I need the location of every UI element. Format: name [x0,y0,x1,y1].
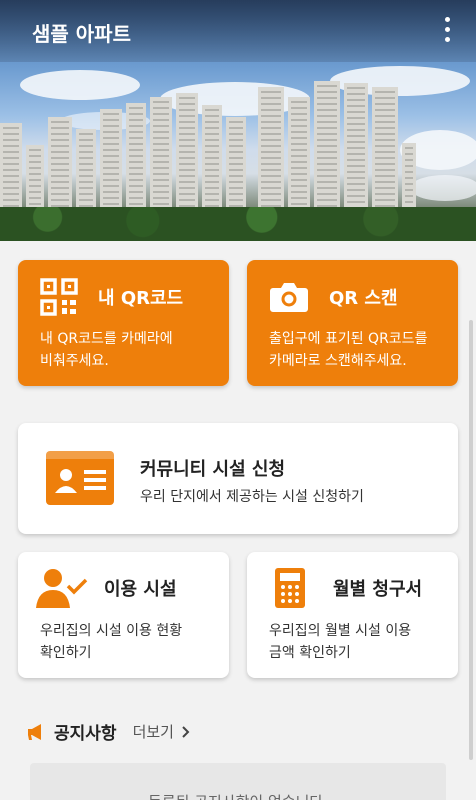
app-title: 샘플 아파트 [32,22,131,46]
my-qr-desc-line2: 비춰주세요. [40,353,109,369]
building [402,143,416,213]
building [26,145,44,213]
qr-scan-header: QR 스캔 [269,280,398,314]
building [314,81,340,213]
my-qr-desc-line1: 내 QR코드를 카메라에 [40,331,173,347]
qr-scan-title: QR 스캔 [329,288,398,309]
community-facility-title: 커뮤니티 시설 신청 [140,459,286,480]
cloud [410,175,476,201]
megaphone-icon [28,723,41,740]
scrollbar[interactable] [469,320,473,760]
tree-line [0,207,476,241]
more-vertical-icon[interactable] [440,17,454,43]
building [176,93,198,213]
community-facility-description: 우리 단지에서 제공하는 시설 신청하기 [140,489,364,505]
qr-code-icon [40,278,78,316]
community-facility-card[interactable]: 커뮤니티 시설 신청 우리 단지에서 제공하는 시설 신청하기 [18,423,458,534]
building [100,109,122,213]
qr-scan-desc-line1: 출입구에 표기된 QR코드를 [269,331,428,347]
building [48,117,72,213]
notice-more-label: 더보기 [132,723,174,741]
facility-usage-description: 우리집의 시설 이용 현황 확인하기 [40,620,182,664]
user-check-icon [36,569,88,608]
monthly-bill-title: 월별 청구서 [333,579,423,600]
monthly-bill-description: 우리집의 월별 시설 이용 금액 확인하기 [269,620,411,664]
calculator-icon [275,568,305,608]
cloud [20,70,140,100]
hero-banner: 샘플 아파트 [0,0,476,241]
qr-scan-desc-line2: 카메라로 스캔해주세요. [269,353,407,369]
building [344,83,368,213]
chevron-right-icon [182,725,190,738]
facility-usage-desc-line2: 확인하기 [40,645,92,661]
monthly-bill-header: 월별 청구서 [275,568,422,608]
monthly-bill-desc-line2: 금액 확인하기 [269,645,351,661]
id-card-icon [46,451,114,505]
qr-scan-description: 출입구에 표기된 QR코드를 카메라로 스캔해주세요. [269,328,427,372]
facility-usage-desc-line1: 우리집의 시설 이용 현황 [40,623,183,639]
notice-header: 공지사항 더보기 [26,719,192,744]
notice-more-link[interactable]: 더보기 [133,721,192,742]
building [202,105,222,213]
notice-title: 공지사항 [54,724,117,744]
my-qr-card[interactable]: 내 QR코드 내 QR코드를 카메라에 비춰주세요. [18,260,229,386]
my-qr-title: 내 QR코드 [98,288,184,309]
building [258,87,284,213]
facility-usage-title: 이용 시설 [104,579,177,600]
building [76,129,96,213]
building [150,97,172,213]
qr-scan-card[interactable]: QR 스캔 출입구에 표기된 QR코드를 카메라로 스캔해주세요. [247,260,458,386]
camera-icon [270,283,308,312]
monthly-bill-desc-line1: 우리집의 월별 시설 이용 [269,623,412,639]
building [126,103,146,213]
building [0,123,22,213]
facility-usage-card[interactable]: 이용 시설 우리집의 시설 이용 현황 확인하기 [18,552,229,678]
monthly-bill-card[interactable]: 월별 청구서 우리집의 월별 시설 이용 금액 확인하기 [247,552,458,678]
my-qr-header: 내 QR코드 [40,278,183,316]
building [226,117,246,213]
notice-empty-message: 등록된 공지사항이 없습니다. [30,763,446,800]
my-qr-description: 내 QR코드를 카메라에 비춰주세요. [40,328,173,372]
building [288,97,310,213]
facility-usage-header: 이용 시설 [36,568,177,608]
building [372,87,398,213]
